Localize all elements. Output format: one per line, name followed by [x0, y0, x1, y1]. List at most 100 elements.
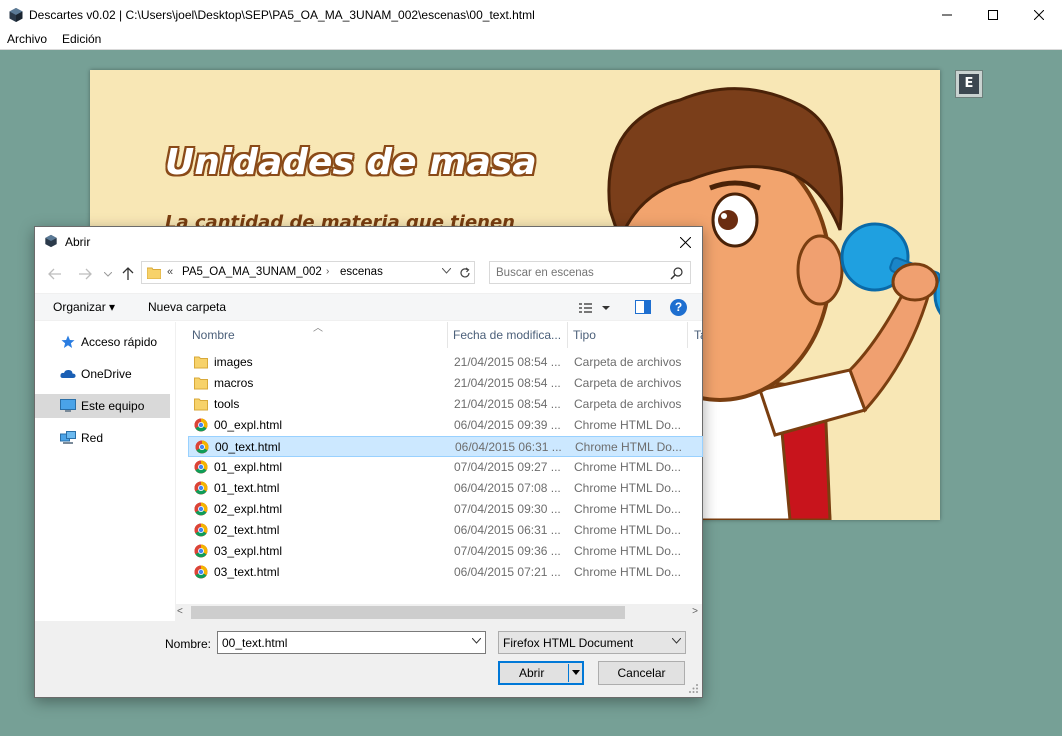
computer-icon	[60, 398, 76, 414]
dialog-footer: Nombre: Firefox HTML Document Abrir Canc…	[35, 621, 702, 697]
file-type: Chrome HTML Do...	[574, 502, 681, 516]
folder-row[interactable]: images 21/04/2015 08:54 ... Carpeta de arc…	[188, 352, 703, 373]
folder-row[interactable]: tools 21/04/2015 08:54 ... Carpeta de arch…	[188, 394, 703, 415]
file-name: 00_expl.html	[214, 418, 283, 432]
menu-edicion[interactable]: Edición	[62, 32, 101, 46]
address-bar[interactable]: « PA5_OA_MA_3UNAM_002 › escenas	[141, 261, 475, 284]
file-name: 03_text.html	[214, 565, 280, 579]
file-row[interactable]: 01_text.html 06/04/2015 07:08 ... Chrome H…	[188, 478, 703, 499]
file-name: 01_expl.html	[214, 460, 283, 474]
file-type: Chrome HTML Do...	[574, 481, 681, 495]
filename-field[interactable]	[217, 631, 486, 654]
refresh-button[interactable]	[455, 261, 475, 284]
e-button-label: E	[959, 74, 979, 94]
up-button[interactable]	[118, 264, 138, 284]
arrow-left-icon	[48, 268, 61, 280]
column-size[interactable]: Ta	[688, 322, 703, 348]
path-overflow[interactable]: «	[167, 266, 173, 278]
dialog-title-bar: Abrir	[35, 227, 702, 257]
back-button[interactable]	[45, 264, 65, 284]
file-name: 03_expl.html	[214, 544, 283, 558]
file-date: 21/04/2015 08:54 ...	[454, 376, 561, 390]
open-dialog: Abrir « PA5_OA_MA_3UNAM_002 › escenas Bu…	[34, 226, 703, 698]
scroll-left-icon[interactable]: <	[177, 606, 183, 617]
preview-pane-icon[interactable]	[635, 300, 651, 314]
file-date: 06/04/2015 07:08 ...	[454, 481, 561, 495]
folder-icon	[194, 356, 208, 369]
chrome-icon	[194, 481, 208, 495]
open-button-label: Abrir	[519, 666, 545, 680]
file-date: 06/04/2015 07:21 ...	[454, 565, 561, 579]
maximize-button[interactable]	[970, 0, 1016, 30]
close-icon	[1034, 10, 1044, 20]
file-row[interactable]: 00_text.html 06/04/2015 06:31 ... Chrome H…	[188, 436, 703, 457]
address-dropdown[interactable]	[441, 266, 452, 277]
e-button[interactable]: E	[955, 70, 983, 98]
open-button[interactable]: Abrir	[498, 661, 584, 685]
organize-button[interactable]: Organizar ▾	[53, 300, 115, 314]
filename-input[interactable]	[222, 636, 458, 650]
file-row[interactable]: 03_expl.html 07/04/2015 09:36 ... Chrome H…	[188, 541, 703, 562]
file-row[interactable]: 01_expl.html 07/04/2015 09:27 ... Chrome H…	[188, 457, 703, 478]
column-date[interactable]: Fecha de modifica...	[448, 322, 568, 348]
sidebar-item-acceso-rapido[interactable]: Acceso rápido	[35, 330, 170, 354]
search-input[interactable]	[496, 265, 666, 281]
window-title: Descartes v0.02 | C:\Users\joel\Desktop\…	[29, 8, 535, 22]
recent-dropdown[interactable]	[98, 264, 118, 284]
close-icon	[679, 236, 691, 248]
sidebar-item-label: Acceso rápido	[81, 335, 158, 349]
view-options-icon[interactable]	[578, 300, 614, 316]
file-type: Chrome HTML Do...	[575, 440, 682, 454]
cancel-button[interactable]: Cancelar	[598, 661, 685, 685]
column-name[interactable]: Nombre	[176, 322, 448, 348]
filename-dropdown[interactable]	[471, 636, 482, 647]
open-split-dropdown[interactable]	[568, 664, 582, 682]
breadcrumb-escenas[interactable]: escenas	[340, 266, 383, 278]
file-row[interactable]: 03_text.html 06/04/2015 07:21 ... Chrome H…	[188, 562, 703, 583]
arrow-up-icon	[122, 267, 134, 280]
scrollbar-thumb[interactable]	[191, 606, 625, 619]
star-icon	[60, 334, 76, 350]
resize-grip-icon[interactable]	[689, 684, 699, 694]
breadcrumb-separator: ›	[326, 266, 330, 277]
menu-bar: Archivo Edición	[0, 30, 1062, 50]
minimize-button[interactable]	[924, 0, 970, 30]
file-row[interactable]: 02_expl.html 07/04/2015 09:30 ... Chrome H…	[188, 499, 703, 520]
file-name: 00_text.html	[215, 440, 281, 454]
file-type-select[interactable]: Firefox HTML Document	[498, 631, 686, 654]
sidebar-item-label: Red	[81, 431, 104, 445]
close-button[interactable]	[1016, 0, 1062, 30]
file-row[interactable]: 02_text.html 06/04/2015 06:31 ... Chrome H…	[188, 520, 703, 541]
file-date: 07/04/2015 09:36 ...	[454, 544, 561, 558]
app-icon	[9, 8, 23, 22]
sidebar-item-este-equipo[interactable]: Este equipo	[35, 394, 170, 418]
forward-button[interactable]	[75, 264, 95, 284]
filename-label: Nombre:	[165, 637, 212, 651]
file-type: Carpeta de archivos	[574, 355, 682, 369]
file-type: Carpeta de archivos	[574, 397, 682, 411]
folder-row[interactable]: macros 21/04/2015 08:54 ... Carpeta de arc…	[188, 373, 703, 394]
help-button[interactable]: ?	[670, 299, 687, 316]
horizontal-scrollbar[interactable]: < >	[175, 604, 702, 621]
breadcrumb-project[interactable]: PA5_OA_MA_3UNAM_002	[182, 266, 322, 278]
navigation-pane: Acceso rápido OneDrive Este equipo Red	[35, 322, 175, 622]
dialog-close-button[interactable]	[672, 229, 698, 255]
search-box[interactable]	[489, 261, 691, 284]
file-type-dropdown[interactable]	[671, 636, 682, 647]
new-folder-button[interactable]: Nueva carpeta	[148, 300, 226, 314]
cloud-icon	[60, 366, 76, 382]
file-date: 06/04/2015 06:31 ...	[455, 440, 562, 454]
file-type: Chrome HTML Do...	[574, 523, 681, 537]
column-headers: ︿ Nombre Fecha de modifica... Tipo Ta	[176, 322, 703, 348]
file-row[interactable]: 00_expl.html 06/04/2015 09:39 ... Chrome H…	[188, 415, 703, 436]
file-type: Chrome HTML Do...	[574, 418, 681, 432]
title-bar: Descartes v0.02 | C:\Users\joel\Desktop\…	[0, 0, 1062, 30]
menu-archivo[interactable]: Archivo	[7, 32, 47, 46]
file-date: 07/04/2015 09:27 ...	[454, 460, 561, 474]
search-icon	[670, 267, 683, 280]
file-date: 07/04/2015 09:30 ...	[454, 502, 561, 516]
sidebar-item-red[interactable]: Red	[35, 426, 170, 450]
column-type[interactable]: Tipo	[568, 322, 688, 348]
scroll-right-icon[interactable]: >	[692, 606, 698, 617]
sidebar-item-onedrive[interactable]: OneDrive	[35, 362, 170, 386]
